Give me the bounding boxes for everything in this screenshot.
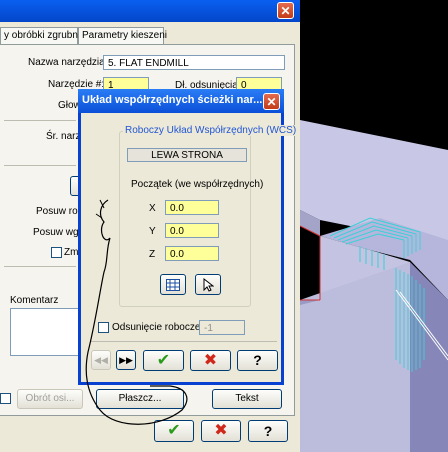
- wcs-group-title: Roboczy Układ Współrzędnych (WCS): [123, 125, 299, 136]
- wcs-name-field: LEWA STRONA: [127, 148, 247, 162]
- front-dialog-close-button[interactable]: ✕: [263, 93, 280, 110]
- separator: [91, 341, 277, 342]
- front-dialog-titlebar: Układ współrzędnych ścieżki nar... ✕: [78, 89, 284, 113]
- back-dialog-titlebar: [0, 0, 300, 22]
- tab-pocket-params[interactable]: Parametry kieszeni: [78, 27, 167, 45]
- tool-name-label: Nazwa narzędzia:: [28, 57, 108, 68]
- toolpath-coordinate-system-dialog: Układ współrzędnych ścieżki nar... ✕ Rob…: [78, 89, 299, 385]
- help-icon: ?: [253, 352, 262, 368]
- checkmark-icon: ✔: [156, 352, 171, 369]
- origin-x-field[interactable]: 0.0: [165, 200, 219, 215]
- back-cancel-button[interactable]: ✖: [201, 420, 241, 442]
- separator: [4, 266, 76, 267]
- front-dialog-title: Układ współrzędnych ścieżki nar...: [82, 94, 263, 106]
- plane-button[interactable]: Płaszcz...: [96, 389, 184, 409]
- rotate-axis-button[interactable]: Obrót osi...: [17, 389, 83, 409]
- back-dialog-close-button[interactable]: ✕: [277, 2, 294, 19]
- origin-label: Początek (we współrzędnych): [131, 179, 264, 190]
- separator: [4, 165, 76, 166]
- checkmark-icon: ✔: [167, 422, 181, 439]
- help-icon: ?: [263, 423, 273, 439]
- front-help-button[interactable]: ?: [237, 350, 278, 371]
- select-point-button[interactable]: [195, 274, 221, 295]
- text-button[interactable]: Tekst: [212, 389, 282, 409]
- tool-name-field[interactable]: 5. FLAT ENDMILL: [103, 55, 285, 70]
- comment-label: Komentarz: [10, 295, 59, 306]
- grid-icon: [166, 279, 180, 291]
- fast-forward-icon: ▶▶: [119, 355, 133, 365]
- previous-button[interactable]: ◀◀: [91, 350, 111, 370]
- separator: [4, 120, 76, 121]
- y-label: Y: [149, 226, 156, 237]
- model-edges: [300, 225, 321, 301]
- work-offset-field: -1: [199, 320, 245, 335]
- cross-icon: ✖: [214, 422, 228, 439]
- part-front-face: [300, 262, 410, 452]
- rewind-icon: ◀◀: [94, 355, 108, 365]
- z-label: Z: [149, 249, 156, 260]
- work-offset-label: Odsunięcie robocze: [112, 322, 201, 333]
- work-offset-checkbox[interactable]: [98, 322, 109, 333]
- origin-z-field[interactable]: 0.0: [165, 246, 219, 261]
- tab-roughing-params[interactable]: y obróbki zgrubnej: [0, 27, 86, 45]
- comment-textarea[interactable]: [10, 308, 80, 356]
- graphics-viewport[interactable]: [300, 0, 448, 452]
- change-checkbox[interactable]: [51, 247, 62, 258]
- origin-y-field[interactable]: 0.0: [165, 223, 219, 238]
- next-button[interactable]: ▶▶: [116, 350, 136, 370]
- cross-icon: ✖: [203, 352, 218, 369]
- coordinate-table-button[interactable]: [160, 274, 186, 295]
- front-ok-button[interactable]: ✔: [143, 350, 184, 371]
- front-cancel-button[interactable]: ✖: [190, 350, 231, 371]
- back-help-button[interactable]: ?: [248, 420, 288, 442]
- x-label: X: [149, 203, 156, 214]
- rotate-axis-checkbox[interactable]: [0, 393, 11, 404]
- cursor-arrow-icon: [203, 277, 215, 292]
- back-ok-button[interactable]: ✔: [154, 420, 194, 442]
- part-model-render: [300, 120, 448, 452]
